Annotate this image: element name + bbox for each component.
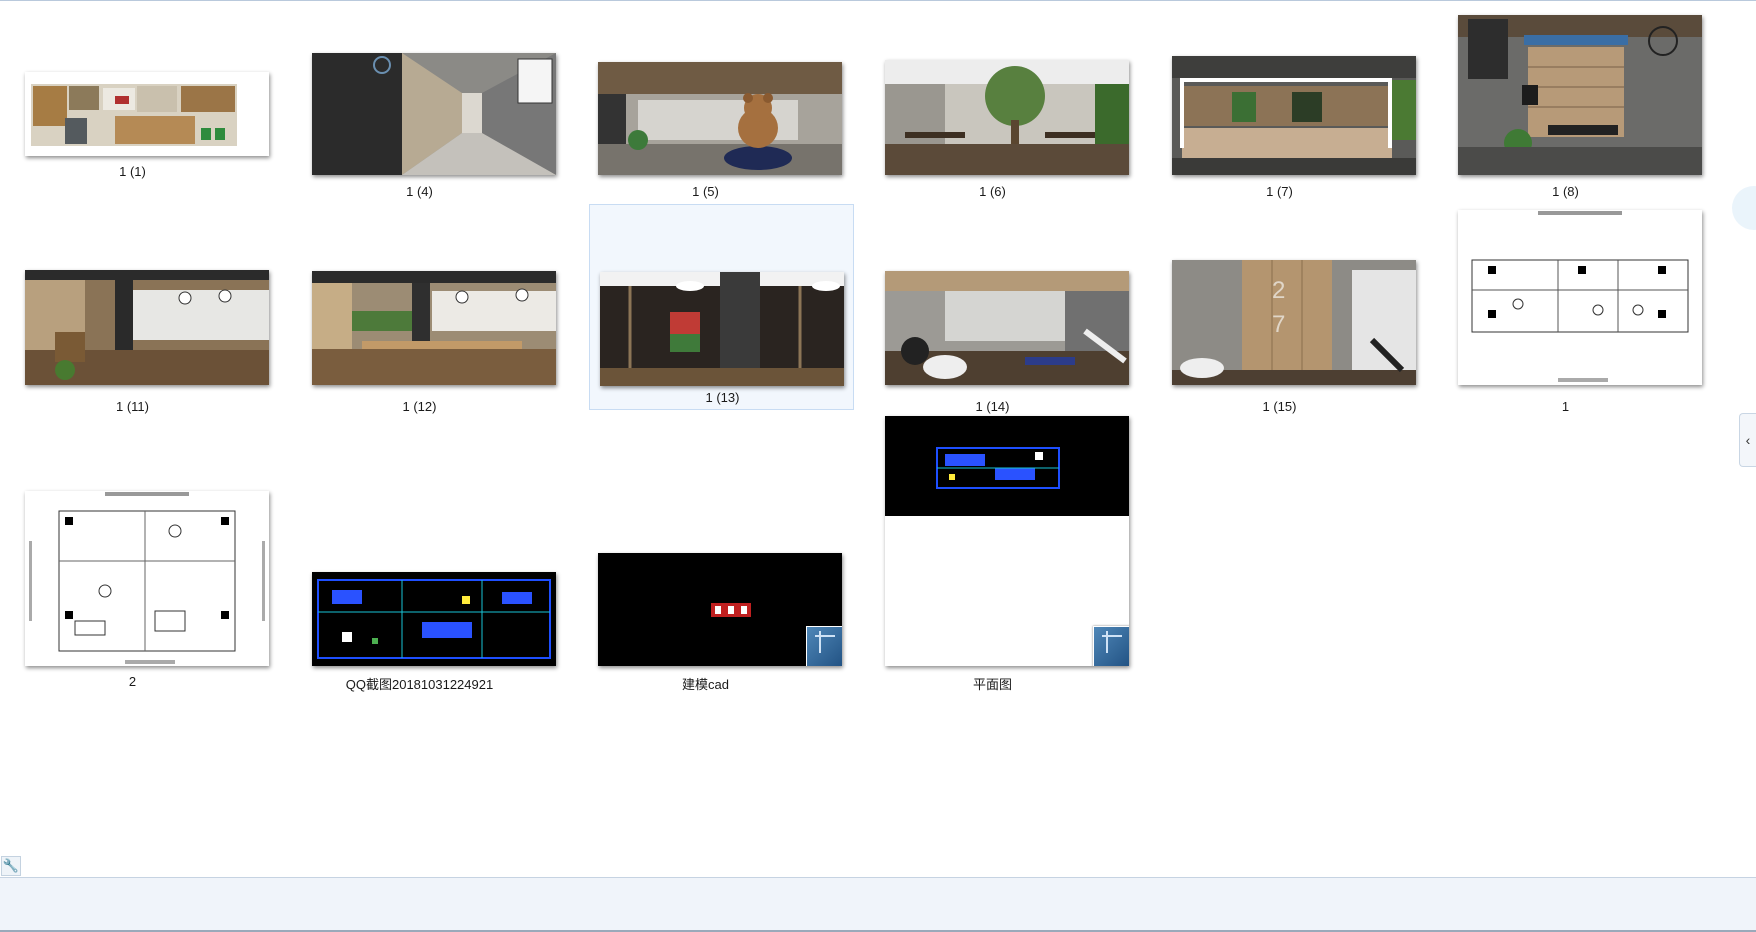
- file-name: 建模cad: [682, 677, 729, 692]
- file-thumbnail: [312, 572, 556, 666]
- file-thumbnail: [598, 553, 842, 666]
- file-name: 1 (14): [975, 399, 1010, 414]
- file-thumbnail: [312, 53, 556, 175]
- file-thumbnail: [312, 271, 556, 385]
- file-thumbnail: [598, 62, 842, 175]
- file-thumbnail: 2 7: [1172, 260, 1416, 385]
- file-thumbnail: [600, 272, 844, 386]
- chevron-left-icon[interactable]: ‹: [1739, 413, 1756, 467]
- autocad-file-icon: [806, 626, 842, 666]
- file-thumbnail: [25, 491, 269, 666]
- file-thumbnail: [25, 270, 269, 385]
- file-tile[interactable]: 1 (5): [573, 0, 842, 206]
- file-tile[interactable]: 1 (8): [1433, 0, 1702, 206]
- file-thumbnail: [25, 72, 269, 156]
- status-bar: [0, 877, 1756, 932]
- file-name: 1 (1): [119, 164, 146, 179]
- file-tile[interactable]: 1 (1): [0, 0, 265, 206]
- file-thumbnail: [1172, 56, 1416, 175]
- file-thumbnail: [885, 271, 1129, 385]
- file-tile[interactable]: 1 (7): [1147, 0, 1416, 206]
- wrench-icon[interactable]: 🔧: [1, 856, 21, 876]
- file-name: 1 (6): [979, 184, 1006, 199]
- file-tile[interactable]: 1 (11): [0, 203, 269, 414]
- file-tile[interactable]: 1: [1433, 203, 1702, 414]
- file-name: 1 (15): [1262, 399, 1297, 414]
- file-tile-selected[interactable]: 1 (13): [589, 204, 854, 410]
- file-tile[interactable]: 1 (6): [860, 0, 1129, 206]
- file-thumbnail: [885, 60, 1129, 175]
- file-thumbnail: [1458, 15, 1702, 175]
- file-name: 2: [128, 674, 137, 689]
- file-thumbnail: [1458, 210, 1702, 385]
- file-tile[interactable]: 平面图: [860, 416, 1129, 692]
- file-tile[interactable]: 建模cad: [573, 417, 842, 692]
- file-tile[interactable]: 2: [0, 417, 269, 689]
- file-name: 1 (8): [1552, 184, 1579, 199]
- thumbnail-grid: 1 (1) 1 (4) 1 (5) 1 (6) 1 (7) 1 (8) 1 (1…: [0, 0, 1740, 870]
- file-tile[interactable]: 1 (12): [287, 203, 556, 414]
- file-name: 1: [1561, 399, 1570, 414]
- file-name: 1 (11): [116, 399, 149, 414]
- file-name: 1 (12): [402, 399, 437, 414]
- file-tile[interactable]: 2 7 1 (15): [1147, 203, 1416, 414]
- autocad-file-icon: [1093, 626, 1129, 666]
- file-name: QQ截图20181031224921: [345, 677, 494, 692]
- file-name: 1 (5): [692, 184, 719, 199]
- svg-text:7: 7: [1272, 311, 1285, 338]
- file-name: 1 (4): [406, 184, 433, 199]
- file-explorer-window: 1 (1) 1 (4) 1 (5) 1 (6) 1 (7) 1 (8) 1 (1…: [0, 0, 1756, 932]
- svg-text:2: 2: [1272, 277, 1285, 304]
- file-tile[interactable]: 1 (4): [287, 0, 556, 206]
- file-name: 1 (13): [705, 390, 740, 405]
- file-thumbnail: [885, 416, 1129, 666]
- file-name: 1 (7): [1266, 184, 1293, 199]
- file-tile[interactable]: 1 (14): [860, 203, 1129, 414]
- file-tile[interactable]: QQ截图20181031224921: [287, 417, 556, 692]
- file-name: 平面图: [972, 677, 1012, 692]
